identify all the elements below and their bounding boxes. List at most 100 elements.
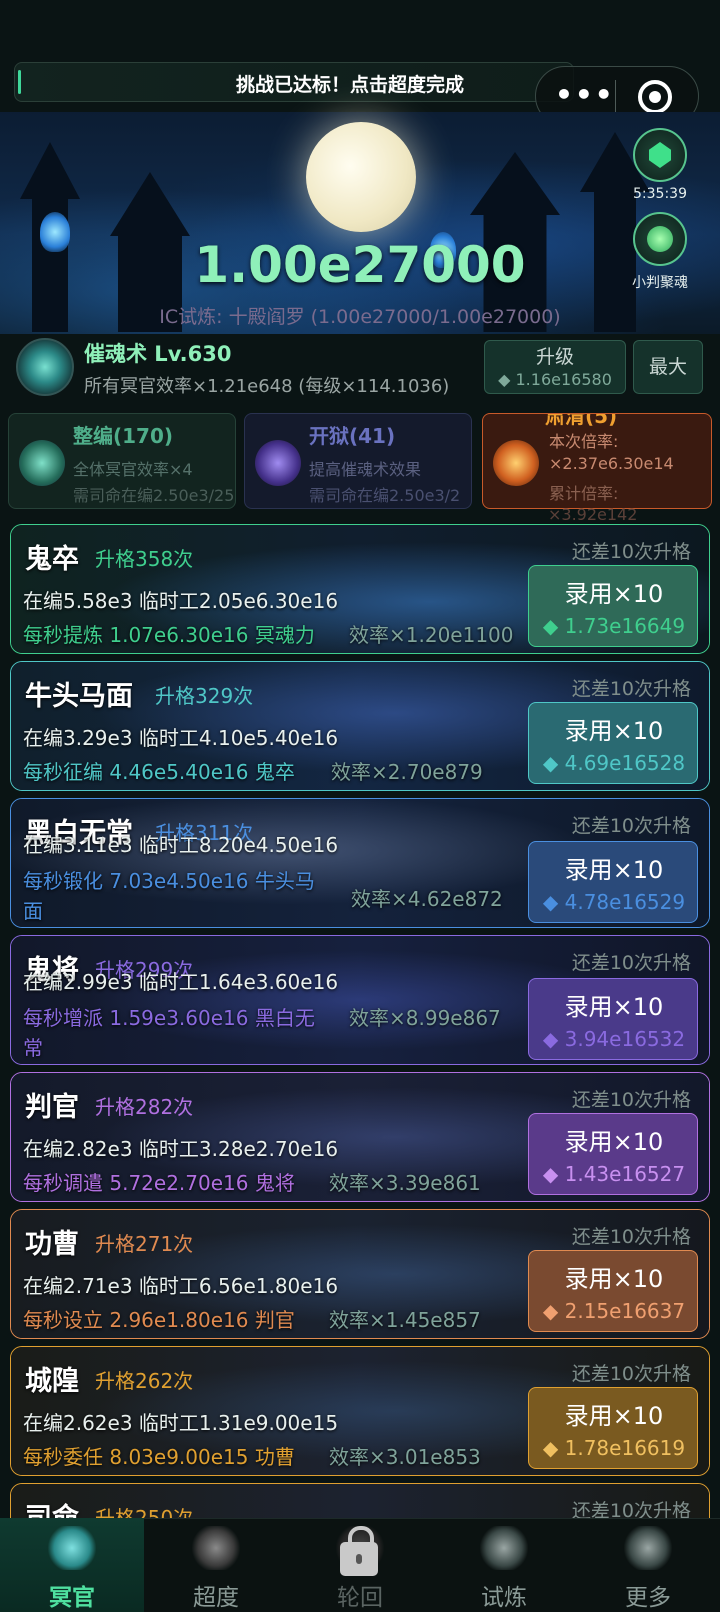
unit-name: 判官 bbox=[25, 1092, 79, 1123]
unit-grade: 升格262次 bbox=[95, 1369, 194, 1393]
ic-trial-status: IC试炼: 十殿阎罗 (1.00e27000/1.00e27000) bbox=[159, 306, 561, 328]
hire-button[interactable]: 录用×10 ◆ 2.15e16637 bbox=[528, 1250, 698, 1332]
unit-staff: 在编2.99e3 临时工1.64e3.60e16 bbox=[23, 970, 339, 994]
unit-efficiency: 效率×4.62e872 bbox=[351, 887, 503, 911]
unit-row-ox-horse: 牛头马面 升格329次 还差10次升格 在编3.29e3 临时工4.10e5.4… bbox=[10, 661, 710, 791]
hire-cost: ◆ 1.43e16527 bbox=[542, 1162, 686, 1186]
unit-efficiency: 效率×2.70e879 bbox=[331, 760, 483, 784]
hire-button[interactable]: 录用×10 ◆ 4.78e16529 bbox=[528, 841, 698, 923]
reorganize-title: 整编(170) bbox=[73, 424, 174, 448]
purge-card[interactable]: 肃清(5) 本次倍率: ×2.37e6.30e14 累计倍率: bbox=[482, 413, 712, 509]
unit-staff: 在编2.82e3 临时工3.28e2.70e16 bbox=[23, 1137, 339, 1161]
unit-rate-wrap: 常 bbox=[23, 1036, 43, 1060]
unit-grade: 升格282次 bbox=[95, 1095, 194, 1119]
upgrade-remaining: 还差10次升格 bbox=[571, 541, 691, 563]
hire-button[interactable]: 录用×10 ◆ 1.78e16619 bbox=[528, 1387, 698, 1469]
hire-cost: ◆ 2.15e16637 bbox=[542, 1299, 686, 1323]
unit-rate-wrap: 面 bbox=[23, 899, 43, 923]
unit-rate: 每秒委任 8.03e9.00e15 功曹 bbox=[23, 1445, 295, 1469]
hire-button[interactable]: 录用×10 ◆ 3.94e16532 bbox=[528, 978, 698, 1060]
unit-row-city-god: 城隍 升格262次 还差10次升格 在编2.62e3 临时工1.31e9.00e… bbox=[10, 1346, 710, 1476]
unit-name: 鬼卒 bbox=[25, 544, 79, 575]
salvation-icon[interactable] bbox=[192, 1526, 240, 1570]
soul-gather-label: 小判聚魂 bbox=[632, 275, 688, 291]
purge-current-value: ×2.37e6.30e14 bbox=[549, 454, 674, 473]
close-target-icon[interactable] bbox=[638, 80, 672, 114]
hire-label[interactable]: 录用×10 bbox=[529, 987, 699, 1022]
unit-grade: 升格271次 bbox=[95, 1232, 194, 1256]
purge-title: 肃清(5) bbox=[545, 413, 618, 428]
open-prison-requirement: 需司命在编2.50e3/2 bbox=[309, 486, 461, 505]
open-prison-effect: 提高催魂术效果 bbox=[309, 460, 422, 479]
hire-cost: ◆ 1.78e16619 bbox=[542, 1436, 686, 1460]
unit-staff: 在编3.11e3 临时工8.20e4.50e16 bbox=[23, 833, 339, 857]
unit-name: 城隍 bbox=[25, 1366, 79, 1397]
upgrade-remaining: 还差10次升格 bbox=[571, 815, 691, 837]
judge-orb-icon[interactable] bbox=[633, 212, 687, 266]
purge-flame-icon bbox=[493, 440, 539, 486]
hire-label[interactable]: 录用×10 bbox=[529, 1396, 699, 1431]
unit-efficiency: 效率×1.20e1100 bbox=[349, 623, 514, 647]
unit-rate: 每秒调遣 5.72e2.70e16 鬼将 bbox=[23, 1171, 295, 1195]
trial-icon[interactable] bbox=[480, 1526, 528, 1570]
unit-row-judge: 判官 升格282次 还差10次升格 在编2.82e3 临时工3.28e2.70e… bbox=[10, 1072, 710, 1202]
unit-row-ghost-general: 鬼将 升格299次 还差10次升格 在编2.99e3 临时工1.64e3.60e… bbox=[10, 935, 710, 1065]
unit-name: 牛头马面 bbox=[25, 681, 133, 712]
hire-label[interactable]: 录用×10 bbox=[529, 711, 699, 746]
lock-icon bbox=[340, 1526, 378, 1576]
nav-tab-reincarnation[interactable]: 轮回 bbox=[288, 1578, 432, 1612]
unit-row-black-white: 黑白无常 升格311次 还差10次升格 在编3.11e3 临时工8.20e4.5… bbox=[10, 798, 710, 928]
unit-efficiency: 效率×8.99e867 bbox=[349, 1006, 501, 1030]
reorganize-effect: 全体冥官效率×4 bbox=[73, 460, 193, 479]
unit-staff: 在编5.58e3 临时工2.05e6.30e16 bbox=[23, 589, 339, 613]
unit-staff: 在编2.71e3 临时工6.56e1.80e16 bbox=[23, 1274, 339, 1298]
open-prison-icon bbox=[255, 440, 301, 486]
reorganize-card[interactable]: 整编(170) 全体冥官效率×4 需司命在编2.50e3/2504 bbox=[8, 413, 236, 509]
upgrade-remaining: 还差10次升格 bbox=[571, 952, 691, 974]
underworld-official-icon[interactable] bbox=[48, 1526, 96, 1570]
soul-currency: 1.00e27000 bbox=[194, 236, 526, 294]
capsule-divider bbox=[615, 80, 616, 112]
hire-label[interactable]: 录用×10 bbox=[529, 850, 699, 885]
unit-rate: 每秒征编 4.46e5.40e16 鬼卒 bbox=[23, 760, 295, 784]
hire-label[interactable]: 录用×10 bbox=[529, 1122, 699, 1157]
nav-tab-salvation[interactable]: 超度 bbox=[144, 1578, 288, 1612]
unit-rate: 每秒锻化 7.03e4.50e16 牛头马 bbox=[23, 869, 315, 893]
hire-button[interactable]: 录用×10 ◆ 1.73e16649 bbox=[528, 565, 698, 647]
unit-efficiency: 效率×3.01e853 bbox=[329, 1445, 481, 1469]
hire-cost: ◆ 4.78e16529 bbox=[542, 890, 686, 914]
purge-current-label: 本次倍率: bbox=[549, 432, 619, 451]
max-button[interactable]: 最大 bbox=[633, 340, 703, 394]
unit-grade: 升格358次 bbox=[95, 547, 194, 571]
hire-cost: ◆ 3.94e16532 bbox=[542, 1027, 686, 1051]
reorganize-icon bbox=[19, 440, 65, 486]
upgrade-remaining: 还差10次升格 bbox=[571, 1226, 691, 1248]
reorganize-requirement: 需司命在编2.50e3/2504 bbox=[73, 486, 235, 505]
soul-summon-skill-icon bbox=[16, 338, 74, 396]
upgrade-cost: ◆ 1.16e16580 bbox=[498, 370, 612, 389]
skill-title: 催魂术 Lv.630 bbox=[84, 342, 232, 366]
timer-label: 5:35:39 bbox=[633, 186, 687, 202]
unit-name: 功曹 bbox=[25, 1229, 79, 1260]
hire-button[interactable]: 录用×10 ◆ 1.43e16527 bbox=[528, 1113, 698, 1195]
upgrade-label[interactable]: 升级 bbox=[484, 342, 626, 369]
moon-orb[interactable] bbox=[306, 122, 416, 232]
unit-staff: 在编3.29e3 临时工4.10e5.40e16 bbox=[23, 726, 339, 750]
open-prison-title: 开狱(41) bbox=[309, 424, 396, 448]
more-icon[interactable] bbox=[624, 1526, 672, 1570]
hire-label[interactable]: 录用×10 bbox=[529, 1259, 699, 1294]
jade-emblem-icon[interactable] bbox=[633, 128, 687, 182]
unit-row-merit-officer: 功曹 升格271次 还差10次升格 在编2.71e3 临时工6.56e1.80e… bbox=[10, 1209, 710, 1339]
unit-staff: 在编2.62e3 临时工1.31e9.00e15 bbox=[23, 1411, 339, 1435]
unit-efficiency: 效率×3.39e861 bbox=[329, 1171, 481, 1195]
unit-grade: 升格329次 bbox=[155, 684, 254, 708]
more-menu-icon[interactable]: ••• bbox=[555, 78, 613, 111]
nav-tab-officials[interactable]: 冥官 bbox=[0, 1578, 144, 1612]
hire-label[interactable]: 录用×10 bbox=[529, 574, 699, 609]
purge-total-label: 累计倍率: bbox=[549, 484, 619, 503]
upgrade-remaining: 还差10次升格 bbox=[571, 1089, 691, 1111]
nav-tab-more[interactable]: 更多 bbox=[576, 1578, 720, 1612]
nav-tab-trial[interactable]: 试炼 bbox=[432, 1578, 576, 1612]
hire-button[interactable]: 录用×10 ◆ 4.69e16528 bbox=[528, 702, 698, 784]
open-prison-card[interactable]: 开狱(41) 提高催魂术效果 需司命在编2.50e3/2 bbox=[244, 413, 472, 509]
